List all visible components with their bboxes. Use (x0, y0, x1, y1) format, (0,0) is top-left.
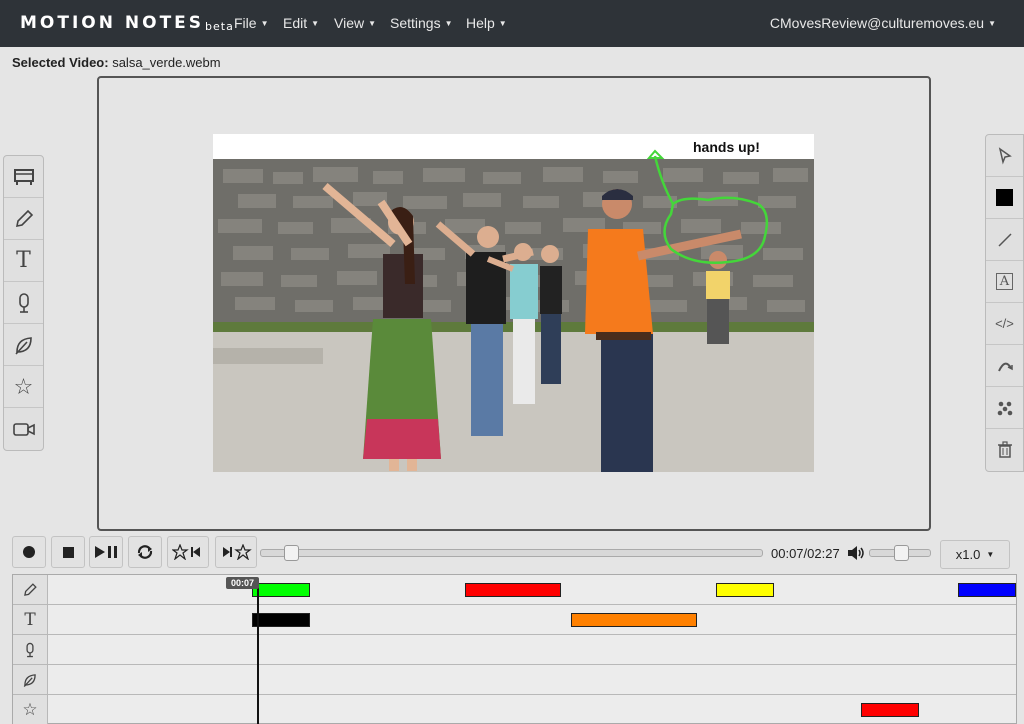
timeline-clip[interactable] (861, 703, 920, 717)
selected-video: Selected Video: salsa_verde.webm (12, 55, 221, 70)
menu-file[interactable]: File ▼ (234, 15, 268, 31)
brand-name: MOTION NOTES (20, 13, 205, 33)
timeline-track[interactable]: T (13, 605, 1016, 635)
text-icon[interactable]: T (4, 240, 43, 282)
leaf-icon[interactable] (4, 324, 43, 366)
video-camera-icon[interactable] (4, 408, 43, 450)
volume-icon[interactable] (847, 545, 865, 566)
video-player[interactable] (213, 134, 814, 472)
selected-video-name: salsa_verde.webm (112, 55, 221, 70)
brand-logo[interactable]: MOTION NOTESbeta (20, 13, 234, 33)
caret-down-icon: ▼ (311, 19, 320, 28)
microphone-icon[interactable] (4, 282, 43, 324)
left-toolbar: T ☆ (3, 155, 44, 451)
caret-down-icon: ▼ (988, 19, 996, 28)
timeline-clip[interactable] (252, 583, 311, 597)
loop-icon (137, 545, 153, 559)
star-prev-icon (172, 544, 200, 560)
star-icon[interactable]: ☆ (4, 366, 43, 408)
user-menu[interactable]: CMovesReview@culturemoves.eu ▼ (770, 15, 996, 31)
pencil-icon[interactable] (4, 198, 43, 240)
timeline[interactable]: T ☆ (12, 574, 1017, 724)
record-icon (23, 546, 35, 558)
play-pause-icon (95, 546, 117, 558)
playhead-time-label: 00:07 (226, 577, 259, 589)
navbar: MOTION NOTESbeta File ▼ Edit ▼ View ▼ Setti… (0, 0, 1024, 47)
playhead[interactable] (257, 586, 259, 724)
menu-view[interactable]: View ▼ (334, 15, 376, 31)
menu-settings-label: Settings (390, 15, 441, 31)
menu-settings[interactable]: Settings ▼ (390, 15, 453, 31)
time-display: 00:07/02:27 (771, 546, 840, 561)
timeline-clip[interactable] (252, 613, 311, 627)
volume-handle[interactable] (893, 545, 909, 561)
timeline-clip[interactable] (957, 583, 1016, 597)
user-email: CMovesReview@culturemoves.eu (769, 15, 985, 31)
menu-file-label: File (234, 15, 257, 31)
leaf-icon (13, 665, 48, 694)
curve-icon[interactable] (986, 345, 1023, 387)
chevron-down-icon: ▼ (986, 550, 995, 559)
timeline-track[interactable]: ☆ (13, 695, 1016, 724)
timeline-track[interactable] (13, 635, 1016, 665)
seek-handle[interactable] (284, 545, 300, 561)
caret-down-icon: ▼ (368, 19, 377, 28)
caret-down-icon: ▼ (260, 19, 269, 28)
selected-video-label: Selected Video: (12, 55, 109, 70)
timeline-clip[interactable] (716, 583, 775, 597)
menu-edit[interactable]: Edit ▼ (283, 15, 319, 31)
brand-beta: beta (205, 20, 234, 33)
timeline-track[interactable] (13, 575, 1016, 605)
microphone-icon (13, 635, 48, 664)
line-icon[interactable] (986, 219, 1023, 261)
trash-icon[interactable] (986, 429, 1023, 471)
stop-icon (62, 546, 74, 558)
pencil-icon (13, 575, 48, 604)
prev-bookmark-button[interactable] (167, 536, 209, 568)
loop-button[interactable] (128, 536, 162, 568)
star-next-icon (223, 544, 252, 560)
play-pause-button[interactable] (89, 536, 123, 568)
menu-edit-label: Edit (283, 15, 308, 31)
menu-help-label: Help (466, 15, 495, 31)
speed-value: x1.0 (955, 547, 981, 562)
text-icon: T (13, 605, 48, 634)
storyboard-icon[interactable] (4, 156, 43, 198)
stop-button[interactable] (51, 536, 85, 568)
seek-bar[interactable] (260, 545, 763, 561)
record-button[interactable] (12, 536, 46, 568)
text-box-icon[interactable]: A (986, 261, 1023, 303)
video-frame-image (213, 134, 814, 472)
menu-help[interactable]: Help ▼ (466, 15, 507, 31)
pointer-icon[interactable] (986, 135, 1023, 177)
color-swatch-icon[interactable] (986, 177, 1023, 219)
dots-icon[interactable] (986, 387, 1023, 429)
timeline-clip[interactable] (571, 613, 697, 627)
right-toolbar: A </> (985, 134, 1024, 472)
annotation-caption: hands up! (693, 139, 760, 155)
menu-view-label: View (334, 15, 365, 31)
volume-slider[interactable] (869, 545, 931, 561)
next-bookmark-button[interactable] (215, 536, 257, 568)
caret-down-icon: ▼ (498, 19, 507, 28)
speed-select[interactable]: x1.0 ▼ (940, 540, 1010, 569)
timeline-clip[interactable] (464, 583, 562, 597)
caret-down-icon: ▼ (444, 19, 453, 28)
timeline-track[interactable] (13, 665, 1016, 695)
code-icon[interactable]: </> (986, 303, 1023, 345)
star-icon: ☆ (13, 695, 48, 724)
